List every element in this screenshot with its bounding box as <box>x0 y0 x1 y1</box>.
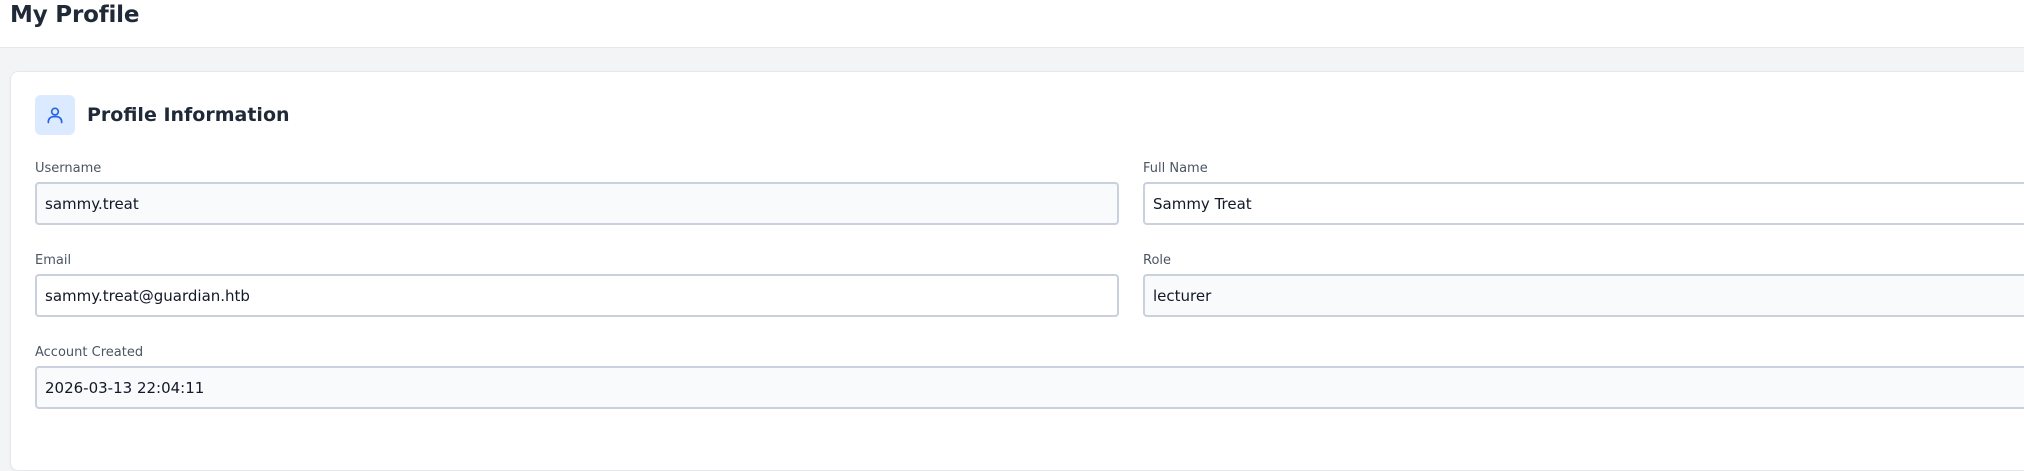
email-label: Email <box>35 253 72 268</box>
page-title: My Profile <box>10 2 140 28</box>
email-field[interactable] <box>35 274 1119 317</box>
full-name-field[interactable] <box>1143 182 2024 225</box>
profile-information-card: Profile Information Username Full Name E… <box>10 71 2024 471</box>
role-field[interactable] <box>1143 274 2024 317</box>
full-name-label: Full Name <box>1143 161 1208 176</box>
role-label: Role <box>1143 253 1172 268</box>
username-label: Username <box>35 161 102 176</box>
account-created-label: Account Created <box>35 345 144 360</box>
card-title: Profile Information <box>87 104 290 126</box>
account-created-field[interactable] <box>35 366 2024 409</box>
user-icon <box>35 95 75 135</box>
username-field[interactable] <box>35 182 1119 225</box>
top-header: My Profile <box>0 0 2024 48</box>
